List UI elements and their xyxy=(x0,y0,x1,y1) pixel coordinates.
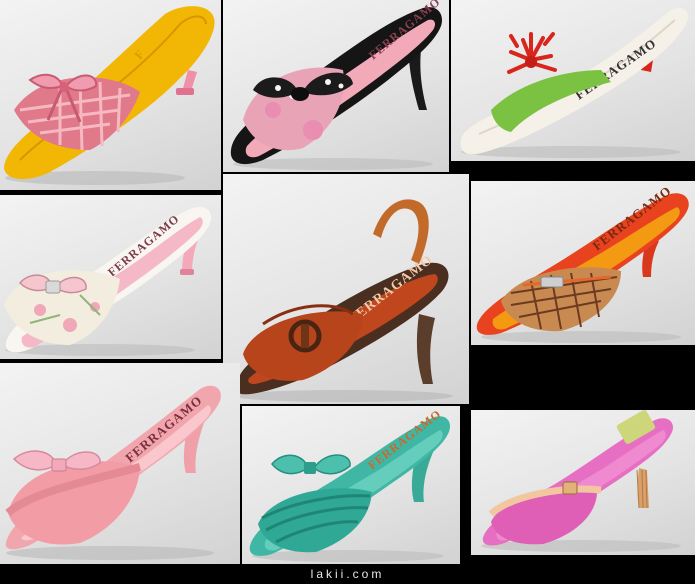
salmon-bow-mule-illustration: FERRAGAMO xyxy=(5,385,221,560)
orange-woven-mule-illustration: FERRAGAMO xyxy=(476,183,689,343)
green-coral-mule-illustration: FERRAGAMO xyxy=(460,7,689,158)
shoe-collage: F FERRAGAMO FERRAGAMO FERRAGAMO FERRAGAM… xyxy=(0,0,695,584)
shoe-tile-magenta xyxy=(471,410,695,555)
shoe-tile-yellow-pink: F xyxy=(0,0,221,190)
shoe-tile-green-coral: FERRAGAMO xyxy=(451,0,695,161)
magenta-buckle-mule-illustration xyxy=(481,410,681,552)
shoe-tile-orange-woven: FERRAGAMO xyxy=(471,181,695,345)
shoe-tile-salmon-bow: FERRAGAMO xyxy=(0,363,240,564)
turquoise-bow-mule-illustration: FERRAGAMO xyxy=(249,407,451,562)
shoe-tile-pink-floral: FERRAGAMO xyxy=(0,195,221,359)
yellow-pink-mule-illustration: F xyxy=(4,6,215,185)
pink-floral-mule-illustration: FERRAGAMO xyxy=(4,206,212,356)
shoe-tile-turquoise-bow: FERRAGAMO xyxy=(242,406,460,564)
brown-slingback-illustration: FERRAGAMO xyxy=(233,199,453,402)
watermark-text: lakii.com xyxy=(310,567,385,581)
shoe-tile-brown-slingback: FERRAGAMO xyxy=(223,174,469,404)
shoe-tile-black-bow: FERRAGAMO xyxy=(223,0,449,172)
black-bow-mule-illustration: FERRAGAMO xyxy=(230,0,443,170)
